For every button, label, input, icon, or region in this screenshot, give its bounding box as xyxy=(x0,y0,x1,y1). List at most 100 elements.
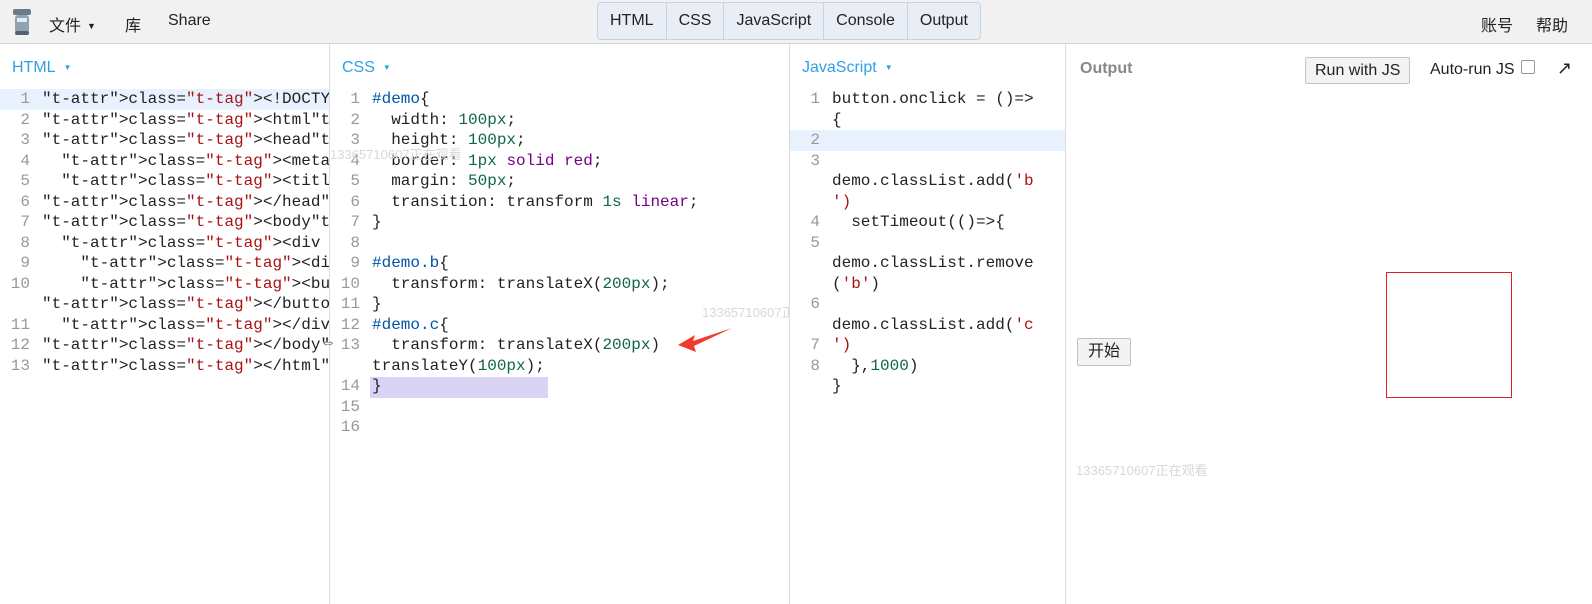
line-number: 7 xyxy=(810,336,820,354)
line-number: 4 xyxy=(810,213,820,231)
code-line: "t-attr">class="t-tag"><head"t-tag">> xyxy=(42,131,329,149)
toggle-output[interactable]: Output xyxy=(907,3,980,39)
line-number: 7 xyxy=(20,213,30,231)
code-line: "t-attr">class="t-tag"><div "t-attr">cla… xyxy=(61,233,329,252)
line-number: 15 xyxy=(340,397,360,416)
toggle-console[interactable]: Console xyxy=(824,3,908,39)
line-number: 13 xyxy=(10,356,30,375)
code-line: transform: translateX(200px); xyxy=(372,274,670,293)
menu-file[interactable]: 文件 ▼ xyxy=(49,12,96,36)
line-number: 8 xyxy=(20,233,30,252)
arrow-annotation-icon xyxy=(678,328,732,352)
code-line: } xyxy=(832,377,842,395)
menu-help[interactable]: 帮助 xyxy=(1536,12,1568,36)
code-line: "t-attr">class="t-tag"></html"t-tag">> xyxy=(42,356,329,375)
html-panel-title-label: HTML xyxy=(12,59,56,76)
watermark-text: 13365710607正在观看 xyxy=(702,305,789,320)
line-number: 10 xyxy=(10,274,30,293)
line-number: 3 xyxy=(20,131,30,149)
line-number: 14 xyxy=(340,377,360,395)
code-line: #demo{ xyxy=(372,90,430,108)
line-number: 3 xyxy=(810,151,820,170)
output-panel-title: Output xyxy=(1080,60,1133,77)
code-line: ') xyxy=(832,192,852,211)
line-number: 6 xyxy=(810,295,820,313)
code-line: #demo.c{ xyxy=(372,315,449,334)
code-line: "t-attr">class="t-tag"><html"t-tag">> xyxy=(42,110,329,129)
run-with-js-button[interactable]: Run with JS xyxy=(1305,57,1411,84)
line-number: 5 xyxy=(20,172,30,190)
code-line: transform: translateX(200px) xyxy=(372,336,661,354)
code-line: demo.classList.remove xyxy=(832,254,1034,272)
resize-handle-icon[interactable]: ⇔ xyxy=(320,334,336,352)
line-number: 16 xyxy=(340,418,360,436)
code-line: "t-attr">class="t-tag"><title"t-tag">>JS… xyxy=(61,172,329,190)
code-line: "t-attr">class="t-tag"><!DOCTYPE html"t-… xyxy=(42,90,329,108)
line-number: 2 xyxy=(20,110,30,129)
code-line: demo.classList.add('c xyxy=(832,315,1034,334)
code-line: setTimeout(()=>{ xyxy=(832,213,1005,231)
line-number: 5 xyxy=(350,172,360,190)
line-number: 6 xyxy=(20,192,30,211)
panel-toggle-group: HTML CSS JavaScript Console Output xyxy=(597,2,981,40)
menu-share[interactable]: Share xyxy=(168,12,211,30)
jsbin-logo-icon[interactable] xyxy=(11,7,33,37)
autorun-label: Auto-run JS xyxy=(1430,61,1515,78)
watermark-text: 13365710607正在观看 xyxy=(330,147,462,162)
code-line: "t-attr">class="t-tag"><body"t-tag">> xyxy=(42,213,329,231)
line-number: 2 xyxy=(810,131,820,149)
code-line: "t-attr">class="t-tag"><button "t-attr">… xyxy=(80,274,329,293)
code-line: "t-attr">class="t-tag"></div"t-tag">> xyxy=(61,315,329,334)
code-line: "t-attr">class="t-tag"><div "t-attr">id=… xyxy=(80,254,329,272)
start-button[interactable]: 开始 xyxy=(1077,338,1131,366)
popout-arrow-icon[interactable]: ↗ xyxy=(1557,58,1572,79)
code-line: "t-attr">class="t-tag"></button"t-tag">> xyxy=(42,295,329,313)
code-line: { xyxy=(832,110,842,129)
code-line: "t-attr">class="t-tag"></head"t-tag">> xyxy=(42,192,329,211)
active-line-highlight xyxy=(790,130,1065,151)
caret-down-icon: ▼ xyxy=(87,21,96,31)
line-number: 6 xyxy=(350,192,360,211)
caret-down-icon: ▼ xyxy=(63,63,72,72)
code-line: translateY(100px); xyxy=(372,356,545,375)
javascript-panel-title-label: JavaScript xyxy=(802,59,877,76)
css-panel-title[interactable]: CSS ▼ xyxy=(342,59,391,77)
line-number: 1 xyxy=(350,90,360,108)
line-number: 4 xyxy=(20,151,30,170)
toggle-javascript[interactable]: JavaScript xyxy=(724,3,825,39)
menu-account[interactable]: 账号 xyxy=(1481,12,1513,36)
code-line: ('b') xyxy=(832,274,881,293)
toggle-html[interactable]: HTML xyxy=(598,3,667,39)
line-number: 9 xyxy=(20,254,30,272)
line-number: 8 xyxy=(350,233,360,252)
toolbar: 文件 ▼ 库 Share HTML CSS JavaScript Console … xyxy=(0,0,1592,44)
code-line: ') xyxy=(832,336,852,354)
javascript-panel-title[interactable]: JavaScript ▼ xyxy=(802,59,893,77)
line-number: 12 xyxy=(10,336,30,354)
toggle-css[interactable]: CSS xyxy=(666,3,725,39)
line-number: 7 xyxy=(350,213,360,231)
line-number: 8 xyxy=(810,356,820,375)
line-number: 12 xyxy=(340,315,360,334)
line-number: 1 xyxy=(810,90,820,108)
selection-highlight xyxy=(370,377,548,398)
line-number: 11 xyxy=(10,315,30,334)
html-panel: HTML ▼ 1 "t-attr">class="t-tag"><!DOCTYPE … xyxy=(0,44,329,604)
line-number: 1 xyxy=(20,90,30,108)
code-line: #demo.b{ xyxy=(372,254,449,272)
line-number: 9 xyxy=(350,254,360,272)
javascript-panel: JavaScript ▼ 1 button.onclick = ()=> {2 3 dem… xyxy=(790,44,1065,604)
line-number: 11 xyxy=(340,295,360,313)
html-panel-title[interactable]: HTML ▼ xyxy=(12,59,71,77)
code-line: margin: 50px; xyxy=(372,172,517,190)
demo-box xyxy=(1386,272,1512,398)
css-panel-title-label: CSS xyxy=(342,59,375,76)
autorun-checkbox[interactable] xyxy=(1521,60,1535,74)
output-panel: Output Run with JS Auto-run JS ↗ 开始 1336… xyxy=(1066,44,1592,604)
code-line: "t-attr">class="t-tag"></body"t-tag">> xyxy=(42,336,329,354)
menu-library[interactable]: 库 xyxy=(125,12,141,36)
menu-file-label: 文件 xyxy=(49,18,82,35)
code-line: demo.classList.add('b xyxy=(832,172,1034,190)
code-line: } xyxy=(372,295,382,313)
code-line: width: 100px; xyxy=(372,110,517,129)
